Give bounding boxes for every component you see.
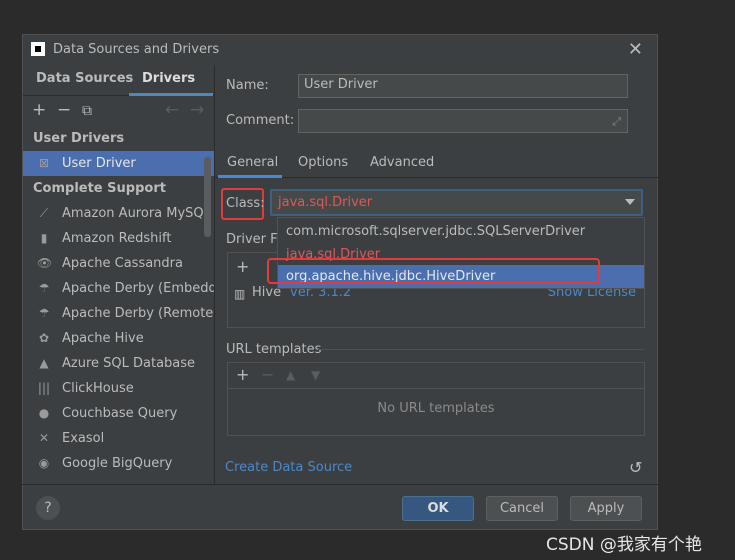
apply-button[interactable]: Apply [570,496,642,521]
azure-icon: ▲ [39,356,49,370]
active-right-tab-indicator [218,175,282,178]
sidebar-item-driver[interactable]: ⟋ Amazon Aurora MySQL [23,201,214,226]
remove-icon[interactable]: − [57,100,71,120]
url-templates-box: + − ▲ ▼ No URL templates [227,362,645,436]
derby-icon: ☂ [38,281,50,295]
sidebar-item-label: Amazon Redshift [62,231,172,246]
vertical-scrollbar[interactable] [204,157,211,237]
sidebar-item-driver[interactable]: ● Couchbase Query [23,401,214,426]
sidebar-item-label: Apache Derby (Remote) [62,306,215,321]
sidebar-item-label: Apache Hive [62,331,144,346]
sidebar-item-driver[interactable]: ||| ClickHouse [23,376,214,401]
tab-general[interactable]: General [227,155,278,170]
tab-drivers[interactable]: Drivers [142,71,195,86]
sidebar-item-driver[interactable]: ▮ Amazon Redshift [23,226,214,251]
cassandra-icon: 👁 [37,256,53,270]
left-tabs: Data Sources Drivers [23,65,214,96]
sidebar-item-driver[interactable]: 👁 Apache Cassandra [23,251,214,276]
driver-toolbar: + − ⧉ ← → [23,96,214,126]
class-combobox[interactable]: java.sql.Driver [270,189,643,216]
sidebar-item-label: Apache Cassandra [62,256,183,271]
sidebar-item-driver[interactable]: ✿ Apache Hive [23,326,214,351]
group-complete-support: Complete Support [33,181,166,196]
class-value: java.sql.Driver [278,195,373,210]
back-arrow-icon[interactable]: ← [165,100,179,120]
chevron-down-icon[interactable] [625,199,635,205]
url-templates-divider [318,349,644,350]
expand-icon[interactable]: ⤢ [612,112,621,132]
sidebar-item-driver[interactable]: ▲ Azure SQL Database [23,351,214,376]
add-icon[interactable]: + [32,100,46,120]
sidebar-item-driver[interactable]: ☂ Apache Derby (Remote) [23,301,214,326]
sidebar-item-driver[interactable]: ☂ Apache Derby (Embedded) [23,276,214,301]
driver-list: ⟋ Amazon Aurora MySQL ▮ Amazon Redshift 👁 Apa… [23,201,214,476]
sidebar-item-driver[interactable]: ✕ Exasol [23,426,214,451]
url-templates-toolbar: + − ▲ ▼ [228,363,644,389]
dropdown-option[interactable]: com.microsoft.sqlserver.jdbc.SQLServerDr… [278,220,644,243]
selected-option-highlight [267,258,600,284]
intellij-app-icon [31,42,45,56]
tab-options[interactable]: Options [298,155,348,170]
tab-advanced[interactable]: Advanced [370,155,434,170]
group-user-drivers: User Drivers [33,131,125,146]
forward-arrow-icon[interactable]: → [190,100,204,120]
sidebar-item-label: Google BigQuery [62,456,173,471]
move-up-icon[interactable]: ▲ [286,368,295,382]
revert-icon[interactable]: ↺ [629,458,642,477]
sidebar-item-label: Amazon Aurora MySQL [62,206,211,221]
sidebar-item-label: ClickHouse [62,381,134,396]
exasol-icon: ✕ [38,431,50,445]
cancel-button[interactable]: Cancel [486,496,558,521]
close-icon[interactable]: ✕ [628,39,643,60]
user-driver-icon: ⊠ [38,156,50,170]
move-down-icon[interactable]: ▼ [311,368,320,382]
watermark: CSDN @我家有个艳 [546,535,702,555]
create-data-source-link[interactable]: Create Data Source [225,460,352,475]
title-bar: Data Sources and Drivers ✕ [23,35,657,65]
sidebar-item-label: Exasol [62,431,105,446]
name-label: Name: [226,78,269,93]
aurora-icon: ⟋ [39,206,49,220]
window-title: Data Sources and Drivers [53,42,220,57]
url-templates-label: URL templates [226,342,322,357]
derby-remote-icon: ☂ [38,306,50,320]
left-panel: Data Sources Drivers + − ⧉ ← → User Driv… [23,65,215,485]
tab-data-sources[interactable]: Data Sources [36,71,133,86]
comment-field[interactable]: ⤢ [298,109,628,133]
bigquery-icon: ◉ [38,456,50,470]
sidebar-item-label: Apache Derby (Embedded) [62,281,214,296]
hive-icon: ✿ [38,331,50,345]
sidebar-item-user-driver[interactable]: ⊠ User Driver [23,151,214,176]
comment-label: Comment: [226,113,295,128]
sidebar-item-driver[interactable]: ◉ Google BigQuery [23,451,214,476]
hive-icon: ▥ [234,287,246,301]
remove-url-icon[interactable]: − [261,365,274,384]
sidebar-item-label: Azure SQL Database [62,356,196,371]
add-driver-file-icon[interactable]: + [236,257,249,276]
help-button[interactable]: ? [36,496,60,520]
couchbase-icon: ● [38,406,50,420]
driver-files-label: Driver F [226,232,278,247]
url-templates-empty: No URL templates [377,401,495,416]
sidebar-item-label: Couchbase Query [62,406,178,421]
redshift-icon: ▮ [40,231,48,245]
class-label: Class: [226,196,265,211]
footer-divider [22,484,658,485]
sidebar-item-label: User Driver [62,156,136,171]
ok-button[interactable]: OK [402,496,474,521]
name-field[interactable]: User Driver [298,74,628,98]
duplicate-icon[interactable]: ⧉ [82,103,92,119]
add-url-icon[interactable]: + [236,365,249,384]
clickhouse-icon: ||| [37,381,51,395]
name-value: User Driver [304,77,378,92]
